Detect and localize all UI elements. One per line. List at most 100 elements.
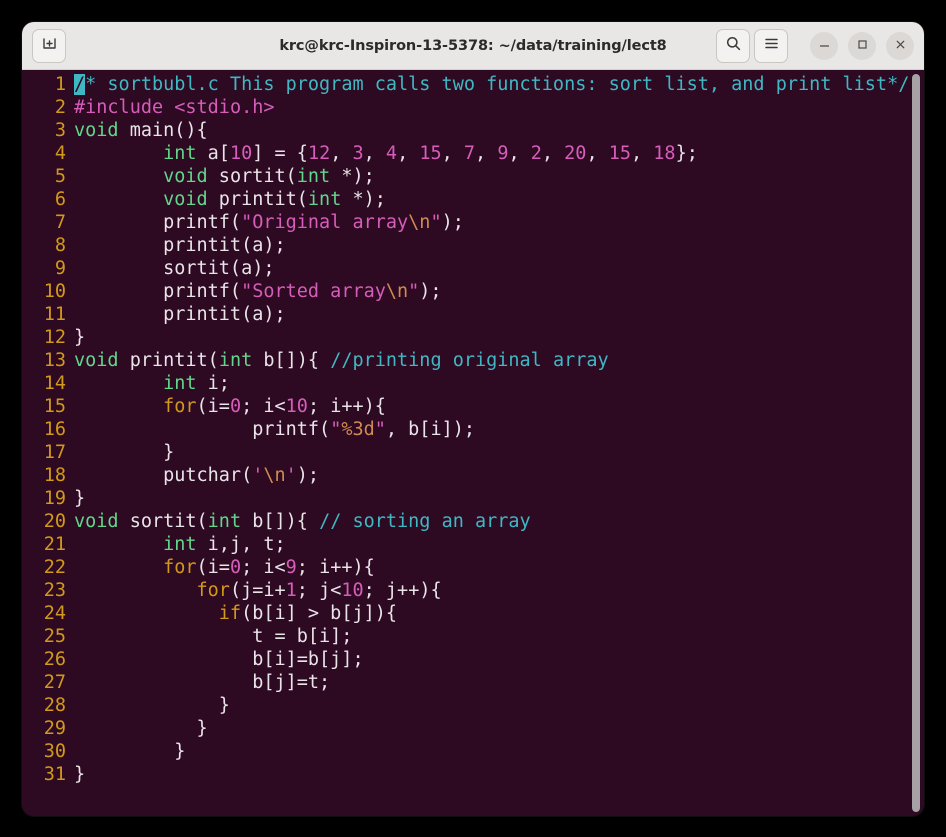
line-number: 18 [43, 465, 66, 486]
code-token: ' [285, 465, 297, 486]
terminal-viewport[interactable]: 1 /* sortbubl.c This program calls two fu… [22, 70, 924, 816]
code-token: ); [419, 281, 442, 302]
code-line[interactable]: 16 printf("%3d", b[i]); [22, 418, 909, 441]
code-line[interactable]: 4 int a[10] = {12, 3, 4, 15, 7, 9, 2, 20… [22, 142, 909, 165]
scrollbar-thumb[interactable] [912, 74, 920, 812]
code-line[interactable]: 25 t = b[i]; [22, 625, 909, 648]
line-number: 5 [54, 166, 66, 187]
code-line[interactable]: 14 int i; [22, 372, 909, 395]
new-tab-button[interactable] [32, 28, 66, 63]
line-number: 24 [43, 603, 66, 624]
code-token: " [330, 419, 342, 440]
code-token: t = b[i]; [74, 626, 353, 647]
code-token: ); [441, 212, 464, 233]
search-icon [725, 35, 742, 56]
code-token: void [74, 511, 119, 532]
code-token: void [74, 120, 119, 141]
scrollbar-track[interactable] [910, 70, 922, 816]
code-token: 15 [608, 143, 632, 164]
code-token: } [74, 327, 86, 348]
code-line[interactable]: 18 putchar('\n'); [22, 464, 909, 487]
code-token: } [74, 741, 186, 762]
code-line[interactable]: 8 printit(a); [22, 234, 909, 257]
line-number: 3 [54, 120, 66, 141]
code-line[interactable]: 26 b[i]=b[j]; [22, 648, 909, 671]
code-line[interactable]: 3 void main(){ [22, 119, 909, 142]
code-line[interactable]: 17 } [22, 441, 909, 464]
code-line[interactable]: 2 #include <stdio.h> [22, 96, 909, 119]
line-number: 28 [43, 695, 66, 716]
search-button[interactable] [716, 28, 750, 63]
code-token: printf( [74, 419, 331, 440]
line-number: 12 [43, 327, 66, 348]
menu-button[interactable] [754, 28, 788, 63]
code-line[interactable]: 30 } [22, 740, 909, 763]
code-token: ; i++){ [307, 396, 386, 417]
code-token: void [74, 350, 119, 371]
line-number: 23 [43, 580, 66, 601]
code-token: //printing original array [330, 350, 609, 371]
code-line[interactable]: 6 void printit(int *); [22, 188, 909, 211]
code-token: 12 [307, 143, 331, 164]
code-token: 10 [341, 580, 364, 601]
code-token: , [541, 143, 565, 164]
code-token: int [163, 534, 197, 555]
code-line[interactable]: 19} [22, 487, 909, 510]
code-token: ); [296, 465, 320, 486]
code-token: ' [252, 465, 264, 486]
minimize-button[interactable] [810, 31, 838, 60]
line-number: 9 [54, 258, 66, 279]
code-line[interactable]: 13 void printit(int b[]){ //printing orig… [22, 349, 909, 372]
code-token: void [163, 166, 208, 187]
code-line[interactable]: 7 printf("Original array\n"); [22, 211, 909, 234]
code-line[interactable]: 22 for(i=0; i<9; i++){ [22, 556, 909, 579]
code-token: \n [408, 212, 431, 233]
vim-buffer[interactable]: 1 /* sortbubl.c This program calls two fu… [22, 70, 909, 786]
code-token: int [163, 143, 197, 164]
code-line[interactable]: 28 } [22, 694, 909, 717]
code-token: ; i++){ [296, 557, 375, 578]
line-number: 21 [43, 534, 66, 555]
close-button[interactable] [886, 31, 914, 60]
code-line[interactable]: 24 if(b[i] > b[j]){ [22, 602, 909, 625]
code-line[interactable]: 5 void sortit(int *); [22, 165, 909, 188]
code-token: \n [385, 281, 409, 302]
terminal-window: krc@krc-Inspiron-13-5378: ~/data/trainin… [22, 22, 924, 816]
code-line[interactable]: 10 printf("Sorted array\n"); [22, 280, 909, 303]
code-line[interactable]: 12} [22, 326, 909, 349]
code-line[interactable]: 15 for(i=0; i<10; i++){ [22, 395, 909, 418]
code-token: 0 [229, 557, 242, 578]
code-token: int [218, 350, 253, 371]
code-line[interactable]: 21 int i,j, t; [22, 533, 909, 556]
code-line[interactable]: 20 void sortit(int b[]){ // sorting an ar… [22, 510, 909, 533]
code-line[interactable]: 1 /* sortbubl.c This program calls two fu… [22, 73, 909, 96]
code-token: (i= [196, 396, 230, 417]
code-token: <stdio.h> [174, 97, 275, 118]
code-line[interactable]: 9 sortit(a); [22, 257, 909, 280]
line-number: 31 [43, 764, 66, 785]
code-line[interactable]: 31} [22, 763, 909, 786]
code-line[interactable]: 29 } [22, 717, 909, 740]
code-token: for [163, 396, 197, 417]
line-number: 29 [43, 718, 66, 739]
maximize-button[interactable] [848, 31, 876, 60]
code-token: ; j< [296, 580, 342, 601]
line-number: 22 [43, 557, 66, 578]
code-line[interactable]: 11 printit(a); [22, 303, 909, 326]
code-token: 2 [530, 143, 542, 164]
code-line[interactable]: 27 b[j]=t; [22, 671, 909, 694]
code-token: printit(a); [74, 235, 286, 256]
code-token: ; j++){ [363, 580, 442, 601]
line-number: 8 [54, 235, 66, 256]
code-line[interactable]: 23 for(j=i+1; j<10; j++){ [22, 579, 909, 602]
code-token: #include [74, 97, 175, 118]
code-token: printit( [118, 350, 219, 371]
code-token: } [74, 718, 208, 739]
line-number: 14 [43, 373, 66, 394]
code-token: sortit( [207, 166, 297, 187]
code-token: sortit(a); [74, 258, 275, 279]
